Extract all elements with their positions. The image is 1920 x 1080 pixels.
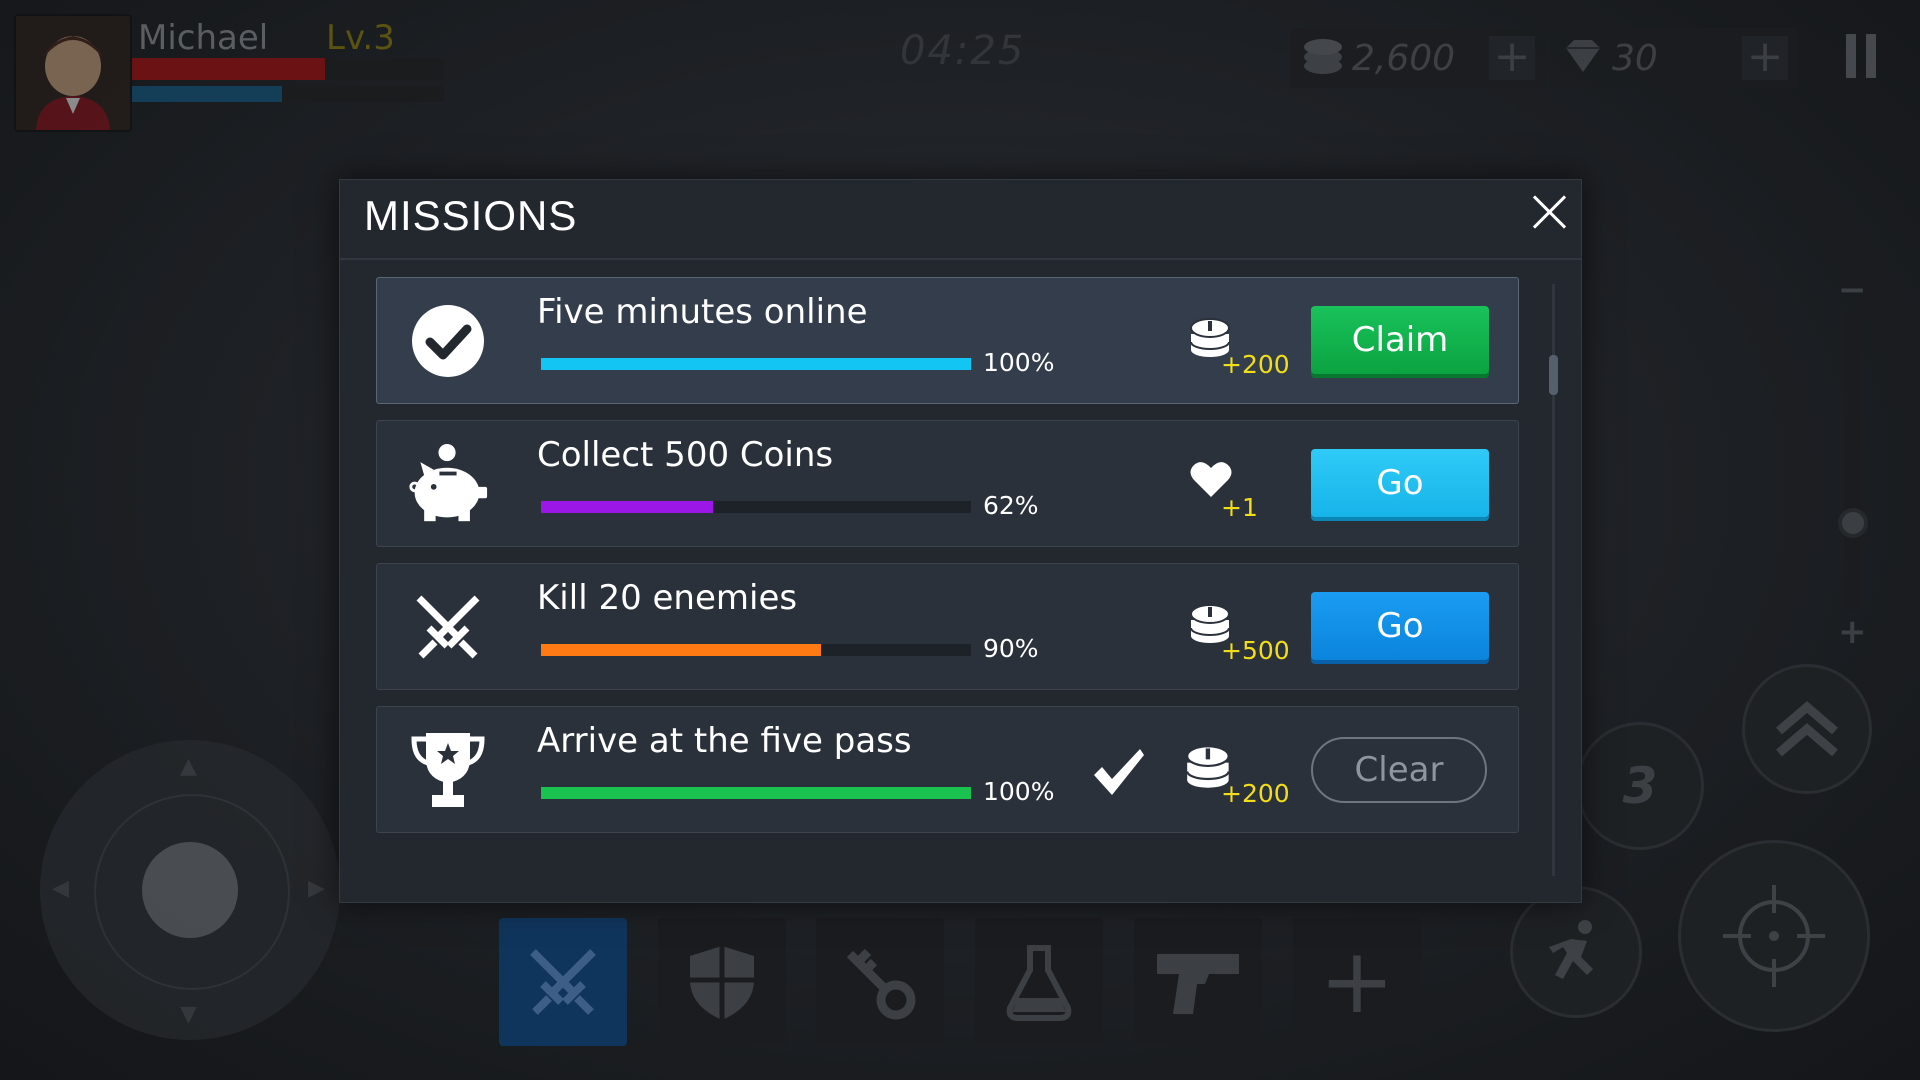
double-chevron-up-icon [1776,701,1838,757]
shield-icon [690,946,754,1020]
mission-title: Collect 500 Coins [537,435,834,475]
arrow-right-icon: ▶ [308,876,325,901]
mission-title: Kill 20 enemies [537,578,798,618]
plus-icon: + [1319,929,1395,1034]
mission-row: Arrive at the five pass 100% +200 Clear [376,706,1519,833]
movement-joystick[interactable]: ▲ ▼ ◀ ▶ [40,740,340,1040]
key-icon [846,948,916,1020]
zoom-slider-handle[interactable] [1838,508,1868,538]
mission-reward-amount: +1 [1221,493,1258,522]
toolbar-slot-potion[interactable] [975,918,1103,1046]
player-level: Lv.3 [326,18,395,58]
claim-button[interactable]: Claim [1311,306,1489,374]
gem-icon [1562,38,1604,78]
match-timer: 04:25 [900,28,1026,74]
jump-button[interactable] [1742,664,1872,794]
arrow-up-icon: ▲ [180,754,197,779]
piggy-bank-icon [407,443,489,525]
mission-row: Five minutes online 100% +200 Claim [376,277,1519,404]
potion-icon [1006,945,1072,1021]
mana-bar [132,86,444,102]
mission-title: Five minutes online [537,292,868,332]
gem-counter: 30 + [1550,28,1798,88]
toolbar-slot-armor[interactable] [658,918,786,1046]
crosshair-icon [1723,885,1825,987]
mission-row: Kill 20 enemies 90% +500 Go [376,563,1519,690]
scrollbar-thumb[interactable] [1549,355,1558,395]
mission-progress-bar [541,787,971,799]
running-man-icon [1549,920,1593,979]
mission-progress-bar [541,501,971,513]
mission-progress-fill [541,787,971,799]
player-name: Michael [138,18,269,58]
coin-amount: 2,600 [1352,37,1456,79]
coin-counter: 2,600 + [1290,28,1545,88]
health-bar-fill [132,58,326,80]
mission-progress-percent: 62% [983,491,1039,520]
go-button[interactable]: Go [1311,449,1489,517]
crossed-swords-icon [530,949,596,1015]
health-bar [132,58,444,80]
arrow-down-icon: ▼ [180,1002,197,1027]
add-gems-button[interactable]: + [1742,35,1788,80]
mission-progress-fill [541,358,971,370]
pause-button[interactable] [1846,34,1878,78]
toolbar-slot-gun[interactable] [1134,918,1262,1046]
close-icon[interactable] [1531,194,1567,230]
zoom-slider[interactable] [1844,310,1862,610]
toolbar-slot-key[interactable] [816,918,944,1046]
coins-icon [1302,36,1344,80]
missions-dialog: MISSIONS Five minutes online 100% +200 C… [339,179,1582,903]
arrow-left-icon: ◀ [52,876,69,901]
joystick-knob[interactable] [142,842,238,938]
fire-button[interactable] [1678,840,1870,1032]
mission-reward-amount: +200 [1221,779,1290,808]
player-avatar[interactable] [14,14,132,132]
clear-button[interactable]: Clear [1311,737,1487,803]
checkmark-icon [1092,747,1146,801]
ability-cooldown-button[interactable]: 3 [1576,722,1704,850]
mission-reward-amount: +500 [1221,636,1290,665]
zoom-in-icon[interactable]: + [1838,612,1867,652]
toolbar-slot-weapon[interactable] [499,918,627,1046]
go-button[interactable]: Go [1311,592,1489,660]
add-coins-button[interactable]: + [1489,35,1535,80]
zoom-out-icon[interactable]: − [1838,270,1867,310]
mission-progress-fill [541,644,821,656]
mission-reward-amount: +200 [1221,350,1290,379]
ability-cooldown-count: 3 [1622,757,1658,815]
mission-progress-percent: 90% [983,634,1039,663]
check-circle-icon [407,300,489,382]
toolbar-slot-add[interactable]: + [1293,918,1421,1046]
mission-progress-fill [541,501,713,513]
mission-title: Arrive at the five pass [537,721,912,761]
mission-progress-bar [541,644,971,656]
pistol-icon [1157,954,1239,1014]
mission-progress-percent: 100% [983,777,1055,806]
sprint-button[interactable] [1510,886,1642,1018]
crossed-swords-icon [407,586,489,668]
mana-bar-fill [132,86,282,102]
mission-row: Collect 500 Coins 62% +1 Go [376,420,1519,547]
dialog-title: MISSIONS [364,192,578,239]
mission-progress-percent: 100% [983,348,1055,377]
dialog-header: MISSIONS [340,180,1581,260]
gem-amount: 30 [1612,37,1658,79]
mission-list: Five minutes online 100% +200 Claim Coll… [376,277,1519,849]
mission-progress-bar [541,358,971,370]
trophy-icon [407,729,489,811]
